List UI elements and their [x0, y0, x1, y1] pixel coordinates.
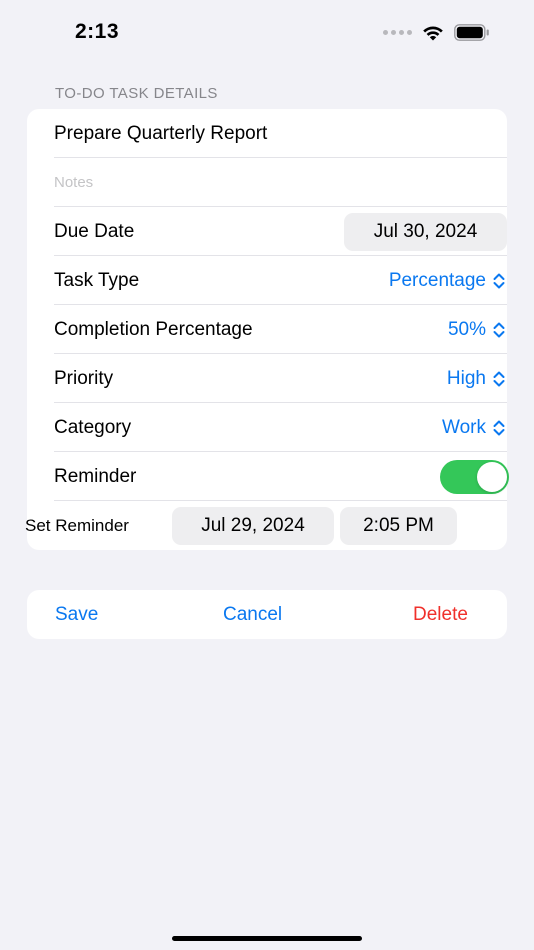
completion-label: Completion Percentage	[54, 318, 253, 340]
status-bar: 2:13	[0, 0, 534, 60]
completion-picker[interactable]: 50%	[448, 319, 507, 341]
notes-row[interactable]: Notes	[54, 158, 507, 207]
reminder-row: Reminder	[54, 452, 509, 501]
actions-card: Save Cancel Delete	[27, 590, 507, 639]
priority-picker[interactable]: High	[447, 368, 507, 390]
due-date-label: Due Date	[54, 220, 135, 242]
home-indicator[interactable]	[172, 936, 362, 941]
task-details-card: Prepare Quarterly Report Notes Due Date …	[27, 109, 509, 550]
reminder-label: Reminder	[54, 465, 137, 487]
reminder-date-picker[interactable]: Jul 29, 2024	[172, 506, 334, 545]
delete-button[interactable]: Delete	[413, 590, 468, 639]
priority-label: Priority	[54, 367, 114, 389]
completion-value: 50%	[447, 318, 486, 340]
task-type-row: Task Type Percentage	[54, 256, 507, 305]
cellular-dots-icon	[383, 30, 412, 35]
wifi-icon	[422, 24, 444, 41]
toggle-knob	[477, 461, 507, 492]
reminder-time-value: 2:05 PM	[363, 514, 434, 536]
category-picker[interactable]: Work	[442, 417, 507, 439]
section-header: TO-DO TASK DETAILS	[55, 85, 218, 102]
set-reminder-label: Set Reminder	[25, 515, 129, 535]
priority-value: High	[446, 367, 486, 389]
due-date-picker[interactable]: Jul 30, 2024	[344, 212, 507, 251]
priority-row: Priority High	[54, 354, 507, 403]
completion-row: Completion Percentage 50%	[54, 305, 507, 354]
reminder-date-value: Jul 29, 2024	[201, 514, 305, 536]
category-value: Work	[442, 416, 486, 438]
status-time: 2:13	[75, 20, 120, 43]
task-type-label: Task Type	[54, 269, 140, 291]
chevron-up-down-icon	[493, 321, 505, 339]
save-button[interactable]: Save	[55, 590, 98, 639]
chevron-up-down-icon	[493, 419, 505, 437]
category-label: Category	[54, 416, 132, 438]
battery-icon	[454, 24, 490, 41]
task-title-field[interactable]: Prepare Quarterly Report	[54, 123, 267, 145]
status-icons	[383, 24, 490, 41]
cancel-button[interactable]: Cancel	[223, 590, 282, 639]
chevron-up-down-icon	[493, 272, 505, 290]
set-reminder-row: Set Reminder Jul 29, 2024 2:05 PM	[25, 501, 483, 550]
due-date-row: Due Date Jul 30, 2024	[54, 207, 507, 256]
category-row: Category Work	[54, 403, 507, 452]
reminder-time-picker[interactable]: 2:05 PM	[340, 506, 457, 545]
task-type-picker[interactable]: Percentage	[389, 270, 507, 292]
due-date-value: Jul 30, 2024	[373, 220, 478, 242]
task-type-value: Percentage	[388, 269, 486, 291]
chevron-up-down-icon	[493, 370, 505, 388]
task-title-row[interactable]: Prepare Quarterly Report	[54, 109, 507, 158]
reminder-toggle[interactable]	[440, 459, 509, 494]
notes-field[interactable]: Notes	[54, 174, 93, 191]
